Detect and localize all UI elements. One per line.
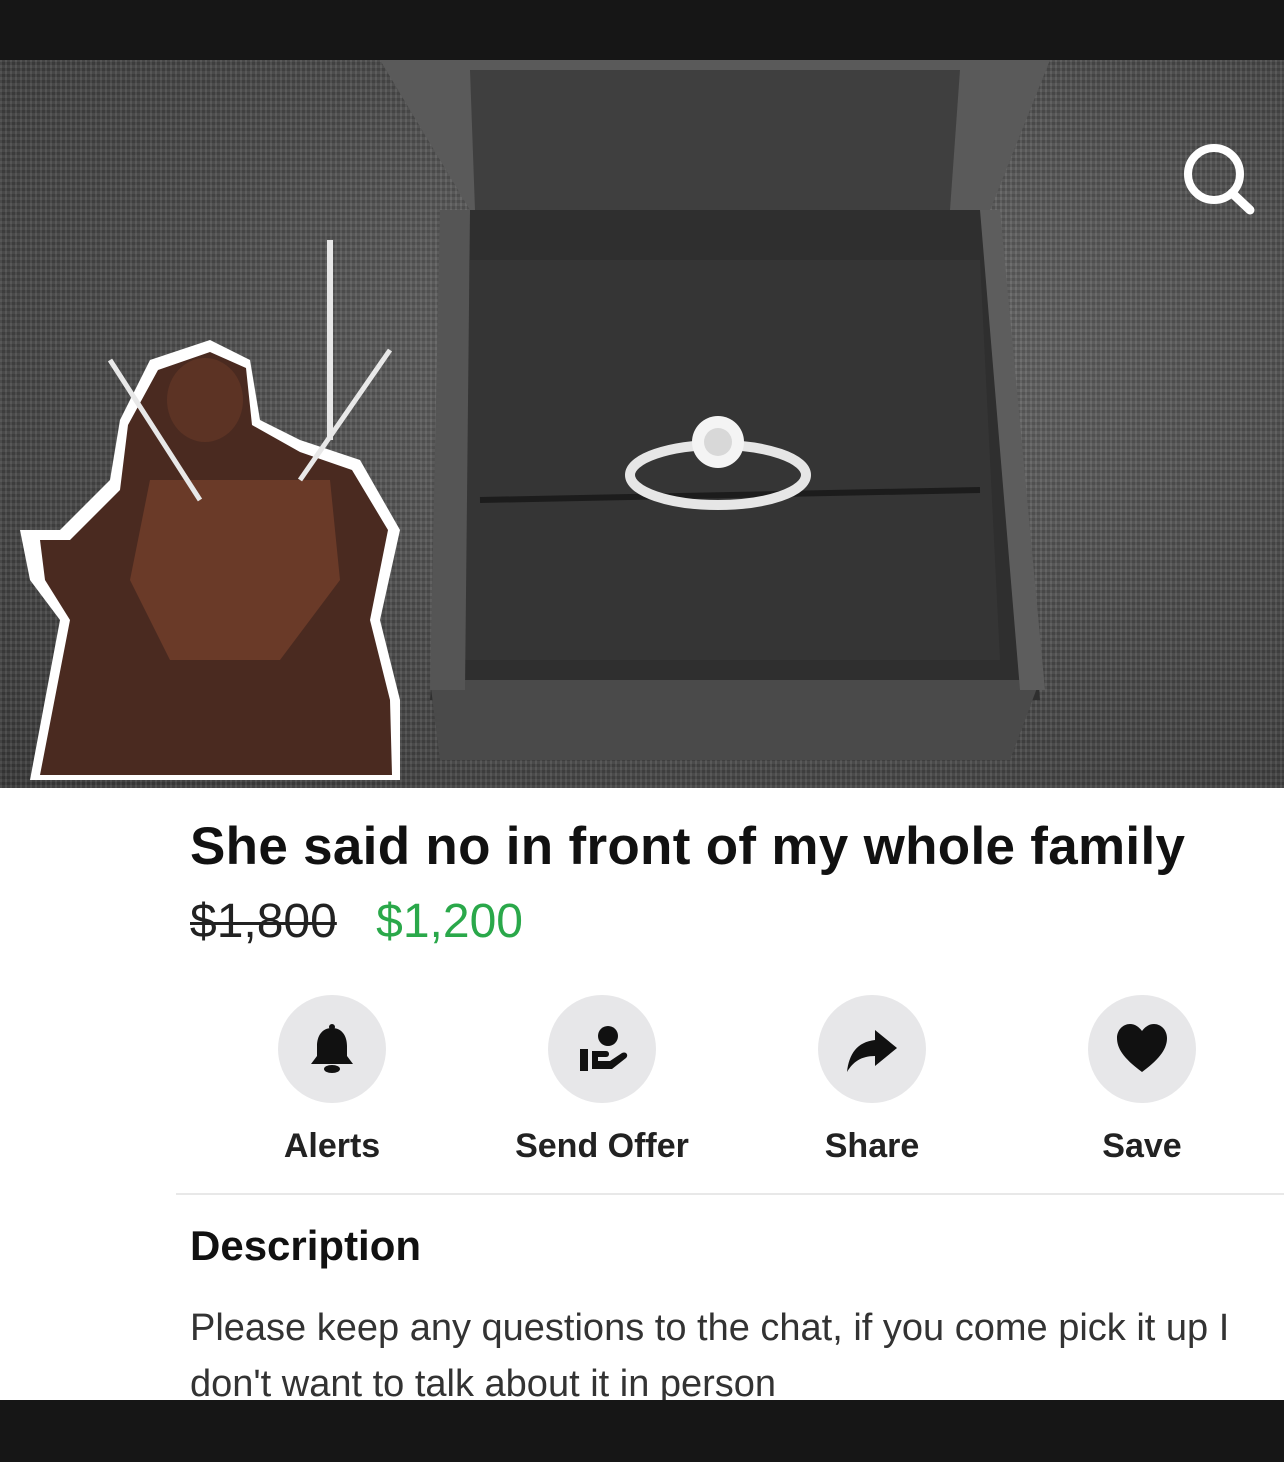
ring-box-illustration xyxy=(20,60,1050,780)
heart-icon xyxy=(1117,1024,1167,1072)
save-label: Save xyxy=(1102,1127,1182,1165)
armored-figure-sticker xyxy=(20,240,400,780)
listing-screen: She said no in front of my whole family … xyxy=(0,60,1284,1400)
price-row: $1,800 $1,200 xyxy=(190,894,523,949)
bell-icon xyxy=(311,1024,353,1073)
share-label: Share xyxy=(824,1127,920,1165)
send-offer-label: Send Offer xyxy=(515,1127,689,1165)
send-offer-icon-circle xyxy=(548,995,656,1103)
offer-icon xyxy=(580,1026,628,1071)
share-button[interactable]: Share xyxy=(762,995,982,1166)
send-offer-button[interactable]: Send Offer xyxy=(492,995,712,1166)
original-price: $1,800 xyxy=(190,895,337,948)
sale-price: $1,200 xyxy=(376,895,523,948)
alerts-button[interactable]: Alerts xyxy=(222,995,442,1166)
alerts-icon-circle xyxy=(278,995,386,1103)
save-icon-circle xyxy=(1088,995,1196,1103)
description-heading: Description xyxy=(190,1222,422,1269)
description-text: Please keep any questions to the chat, i… xyxy=(190,1307,1230,1400)
save-button[interactable]: Save xyxy=(1032,995,1252,1166)
share-arrow-icon xyxy=(847,1030,897,1072)
search-button[interactable] xyxy=(1178,140,1258,220)
listing-title: She said no in front of my whole family xyxy=(190,817,1186,876)
search-icon xyxy=(1184,144,1255,215)
action-bar: Alerts Send Offer Share Save xyxy=(0,995,1284,1175)
alerts-label: Alerts xyxy=(283,1127,381,1165)
share-icon-circle xyxy=(818,995,926,1103)
section-divider xyxy=(176,1193,1284,1195)
listing-photo[interactable] xyxy=(0,60,1284,788)
